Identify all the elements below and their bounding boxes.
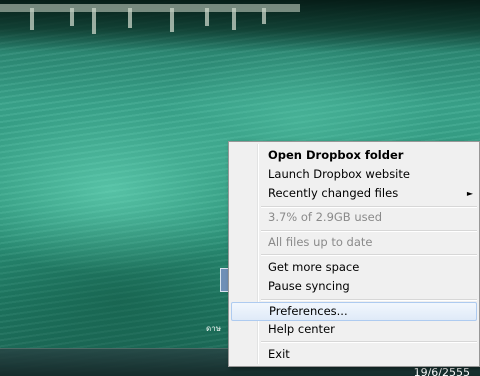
pier-post: [262, 8, 266, 24]
menu-item-label: Preferences...: [269, 304, 348, 318]
pier-post: [70, 8, 74, 26]
menu-separator: [261, 341, 477, 343]
menu-item-label: Open Dropbox folder: [268, 148, 404, 162]
pier-post: [30, 8, 34, 30]
desktop-icon-label: ดาษ: [206, 324, 221, 333]
menu-item-label: Recently changed files: [268, 186, 399, 200]
pier-deck: [0, 4, 300, 12]
menu-item-label: 3.7% of 2.9GB used: [268, 210, 383, 224]
menu-item-sync-status: All files up to date: [231, 233, 477, 252]
tray-clock-date[interactable]: 19/6/2555: [414, 366, 470, 376]
dropbox-context-menu: Open Dropbox folder Launch Dropbox websi…: [228, 141, 480, 367]
pier-post: [170, 8, 174, 32]
pier-post: [128, 8, 132, 28]
menu-item-label: Launch Dropbox website: [268, 167, 410, 181]
menu-separator: [261, 230, 477, 232]
menu-item-label: Help center: [268, 322, 335, 336]
menu-separator: [261, 299, 477, 301]
menu-separator: [261, 254, 477, 256]
wallpaper-pier: [0, 0, 480, 52]
menu-item-open-dropbox-folder[interactable]: Open Dropbox folder: [231, 146, 477, 165]
menu-item-label: Exit: [268, 347, 290, 361]
pier-post: [205, 8, 209, 26]
menu-item-preferences[interactable]: Preferences...: [231, 302, 477, 321]
menu-item-storage-usage: 3.7% of 2.9GB used: [231, 208, 477, 227]
desktop-screen: ดาษ ▲ ▭ ◀ ❖ 19/6/2555 Open Dropbox folde…: [0, 0, 480, 376]
pier-post: [92, 8, 96, 34]
menu-item-label: Get more space: [268, 260, 360, 274]
pier-post: [232, 8, 236, 30]
menu-item-launch-dropbox-website[interactable]: Launch Dropbox website: [231, 165, 477, 184]
menu-item-pause-syncing[interactable]: Pause syncing: [231, 277, 477, 296]
menu-item-label: All files up to date: [268, 235, 373, 249]
menu-item-exit[interactable]: Exit: [231, 345, 477, 364]
menu-item-get-more-space[interactable]: Get more space: [231, 258, 477, 277]
triangle-right-icon: ►: [466, 189, 473, 198]
menu-item-label: Pause syncing: [268, 279, 350, 293]
menu-item-help-center[interactable]: Help center: [231, 320, 477, 339]
menu-item-recently-changed-files[interactable]: Recently changed files ►: [231, 184, 477, 203]
